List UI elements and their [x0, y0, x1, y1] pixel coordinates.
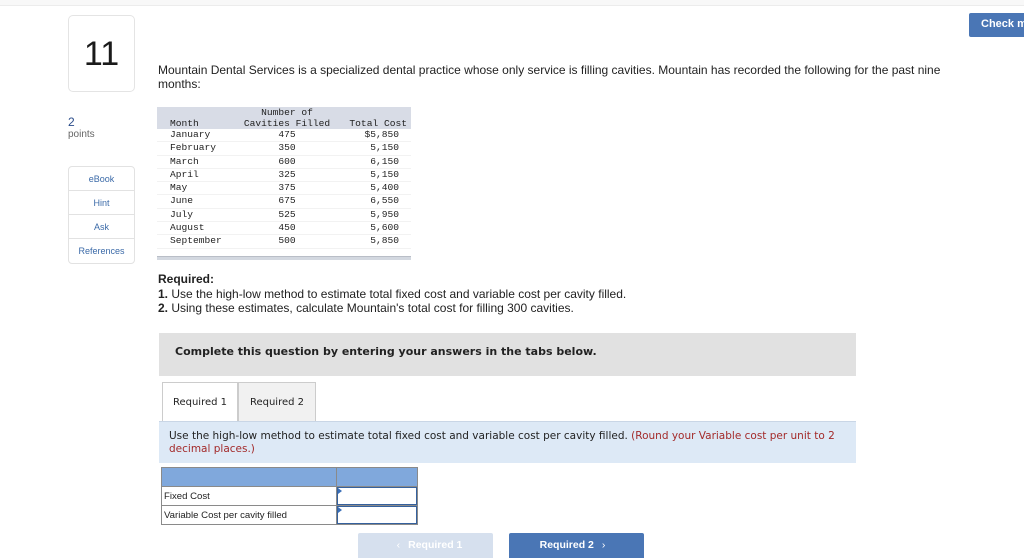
answer-row-variable-cost: Variable Cost per cavity filled	[161, 505, 418, 525]
cost-cell: 5,400	[370, 182, 399, 194]
tab-required-1[interactable]: Required 1	[162, 382, 238, 423]
chevron-right-icon: ›	[601, 539, 606, 551]
table-footer-bar	[157, 255, 411, 260]
variable-cost-input[interactable]	[337, 506, 417, 524]
chevron-left-icon: ‹	[396, 539, 401, 551]
cost-cell: 5,600	[370, 222, 399, 234]
cavities-cell: 500	[278, 235, 296, 247]
cavities-cell: 475	[278, 129, 296, 140]
required-section: Required: 1. Use the high-low method to …	[158, 272, 626, 316]
check-my-work-button[interactable]: Check my work	[969, 13, 1024, 37]
cavities-cell: 375	[278, 182, 296, 194]
cavities-cell: 525	[278, 208, 296, 220]
cost-cell: 5,850	[370, 235, 399, 247]
fixed-cost-label: Fixed Cost	[161, 486, 337, 506]
table-row: March 600 6,150	[157, 155, 411, 169]
answer-table: Fixed Cost Variable Cost per cavity fill…	[161, 467, 418, 525]
header-month: Month	[157, 118, 237, 129]
required-heading: Required:	[158, 272, 215, 286]
cavities-cell: 600	[278, 155, 296, 167]
table-row: June 675 6,550	[157, 195, 411, 209]
cost-data-table: Number of Month Cavities Filled Total Co…	[157, 107, 411, 260]
tab-panel-instructions: Use the high-low method to estimate tota…	[159, 421, 856, 463]
points-label: points	[68, 129, 95, 140]
cavities-cell: 450	[278, 222, 296, 234]
question-number: 11	[68, 15, 135, 92]
header-cavities-line1: Number of	[237, 107, 337, 118]
resource-menu: eBook Hint Ask References	[68, 166, 135, 264]
cost-cell: 5,150	[370, 168, 399, 180]
cost-cell: 6,550	[370, 195, 399, 207]
panel-text: Use the high-low method to estimate tota…	[169, 430, 632, 442]
month-cell: July	[170, 208, 194, 220]
cost-cell: 5,950	[370, 208, 399, 220]
required-item-2: 2. Using these estimates, calculate Moun…	[158, 301, 574, 315]
cavities-cell: 350	[278, 142, 296, 154]
cavities-cell: 675	[278, 195, 296, 207]
instruction-bar: Complete this question by entering your …	[159, 333, 856, 376]
next-required-button[interactable]: Required 2 ›	[509, 533, 644, 558]
table-row: February 350 5,150	[157, 142, 411, 156]
month-cell: January	[170, 129, 211, 140]
month-cell: May	[170, 182, 188, 194]
month-cell: April	[170, 168, 199, 180]
header-cavities-line2: Cavities Filled	[237, 118, 337, 129]
header-total-cost: Total Cost	[337, 118, 411, 129]
points-value: 2	[68, 115, 75, 129]
question-intro: Mountain Dental Services is a specialize…	[158, 63, 941, 91]
prev-required-button[interactable]: ‹ Required 1	[358, 533, 493, 558]
cavities-cell: 325	[278, 168, 296, 180]
month-cell: February	[170, 142, 217, 154]
answer-table-header	[161, 467, 418, 487]
table-row: January 475 $5,850	[157, 129, 411, 142]
table-row: July 525 5,950	[157, 208, 411, 222]
ask-link[interactable]: Ask	[69, 215, 134, 239]
table-row: May 375 5,400	[157, 182, 411, 195]
hint-link[interactable]: Hint	[69, 191, 134, 215]
table-row: August 450 5,600	[157, 222, 411, 235]
cost-cell: 5,150	[370, 142, 399, 154]
fixed-cost-input[interactable]	[337, 487, 417, 505]
required-item-1: 1. Use the high-low method to estimate t…	[158, 286, 627, 301]
table-row: September 500 5,850	[157, 235, 411, 249]
month-cell: March	[170, 155, 199, 167]
variable-cost-label: Variable Cost per cavity filled	[161, 505, 337, 525]
ebook-link[interactable]: eBook	[69, 167, 134, 191]
cost-cell: 6,150	[370, 155, 399, 167]
answer-row-fixed-cost: Fixed Cost	[161, 486, 418, 506]
table-row: April 325 5,150	[157, 168, 411, 182]
input-marker-icon	[338, 507, 342, 513]
month-cell: September	[170, 235, 222, 247]
tab-required-2[interactable]: Required 2	[238, 382, 316, 422]
month-cell: June	[170, 195, 194, 207]
cost-cell: $5,850	[364, 129, 399, 140]
references-link[interactable]: References	[69, 239, 134, 263]
top-bar	[0, 0, 1024, 6]
month-cell: August	[170, 222, 205, 234]
input-marker-icon	[338, 488, 342, 494]
